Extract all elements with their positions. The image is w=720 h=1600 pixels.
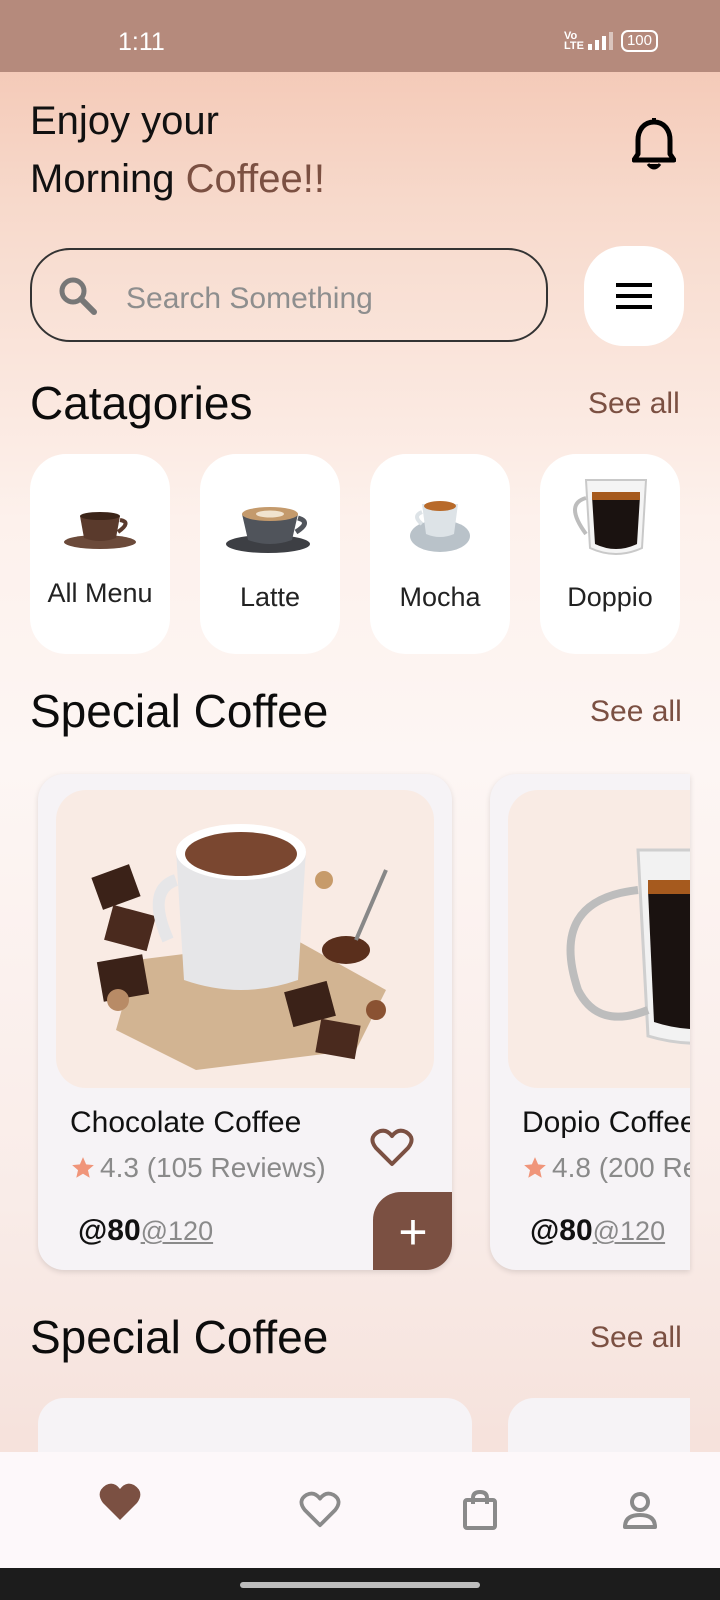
- product-price: @80: [530, 1214, 593, 1247]
- search-icon: [58, 276, 98, 321]
- category-label: All Menu: [47, 578, 153, 608]
- product-rating-text: 4.3 (105 Reviews): [100, 1152, 326, 1183]
- product-card[interactable]: Chocolate Coffee 4.3 (105 Reviews) @80@1…: [38, 774, 452, 1270]
- menu-button[interactable]: [584, 246, 684, 346]
- title-line-2-accent: Coffee!!: [185, 157, 325, 201]
- star-icon: [72, 1157, 94, 1178]
- product-image: [508, 790, 690, 1088]
- status-time: 1:11: [118, 28, 165, 56]
- nav-favorites[interactable]: [275, 1452, 365, 1568]
- hamburger-icon: [616, 283, 652, 309]
- product-name: Chocolate Coffee: [70, 1106, 302, 1139]
- category-label: Doppio: [567, 582, 653, 612]
- product-rating: 4.3 (105 Reviews): [70, 1152, 326, 1184]
- heart-outline-icon: [299, 1491, 341, 1528]
- product-rating-text: 4.8 (200 Reviews): [552, 1152, 690, 1183]
- product-old-price: @120: [592, 1216, 666, 1246]
- add-to-cart-button[interactable]: +: [373, 1192, 452, 1270]
- status-icons: Vo LTE 100: [564, 30, 658, 52]
- nav-bag[interactable]: [435, 1452, 525, 1568]
- product-name: Dopio Coffee: [522, 1106, 690, 1139]
- special-coffee-see-all[interactable]: See all: [590, 695, 682, 729]
- category-mocha[interactable]: Mocha: [370, 454, 510, 654]
- coffee-cup-icon: [64, 512, 136, 549]
- product-card[interactable]: Dopio Coffee 4.8 (200 Reviews) @80@120: [490, 774, 690, 1270]
- category-doppio[interactable]: Doppio: [540, 454, 680, 654]
- product-old-price: @120: [140, 1216, 214, 1246]
- special-coffee-2-see-all[interactable]: See all: [590, 1321, 682, 1355]
- category-label: Mocha: [399, 582, 481, 612]
- volte-icon: Vo LTE: [563, 30, 584, 52]
- title-line-2-main: Morning: [30, 157, 186, 201]
- doppio-glass-icon: [573, 479, 648, 555]
- heart-filled-icon: [99, 1483, 141, 1520]
- categories-title: Catagories: [30, 377, 253, 429]
- title-line-2: Morning Coffee!!: [30, 150, 325, 208]
- special-coffee-2-title: Special Coffee: [30, 1311, 329, 1363]
- bottom-nav: [0, 1452, 720, 1568]
- product-price-row: @80@120: [530, 1214, 665, 1248]
- product-price-row: @80@120: [78, 1214, 213, 1248]
- nav-profile[interactable]: [595, 1452, 685, 1568]
- battery-icon: 100: [620, 30, 658, 52]
- product-image: [56, 790, 434, 1088]
- bell-icon[interactable]: [631, 118, 677, 177]
- nav-home[interactable]: [75, 1444, 165, 1560]
- star-icon: [524, 1157, 546, 1178]
- title-line-1: Enjoy your: [30, 99, 219, 143]
- espresso-cup-icon: [410, 501, 470, 552]
- product-card[interactable]: [508, 1398, 690, 1458]
- special-coffee-title: Special Coffee: [30, 685, 329, 737]
- categories-see-all[interactable]: See all: [588, 387, 680, 421]
- product-rating: 4.8 (200 Reviews): [522, 1152, 690, 1184]
- signal-icon: [587, 32, 613, 50]
- page-title: Enjoy your Morning Coffee!!: [30, 92, 325, 208]
- profile-icon: [623, 1492, 657, 1529]
- product-price: @80: [78, 1214, 141, 1247]
- dopio-coffee-image: [566, 848, 690, 1045]
- heart-icon[interactable]: [370, 1128, 414, 1173]
- chocolate-coffee-image: [91, 824, 388, 1070]
- category-latte[interactable]: Latte: [200, 454, 340, 654]
- home-indicator[interactable]: [240, 1582, 480, 1588]
- category-label: Latte: [239, 582, 301, 612]
- plus-icon: +: [398, 1204, 428, 1260]
- search-input[interactable]: [124, 278, 528, 320]
- latte-cup-icon: [226, 507, 310, 553]
- shopping-bag-icon: [463, 1490, 497, 1530]
- category-all-menu[interactable]: All Menu: [30, 454, 170, 654]
